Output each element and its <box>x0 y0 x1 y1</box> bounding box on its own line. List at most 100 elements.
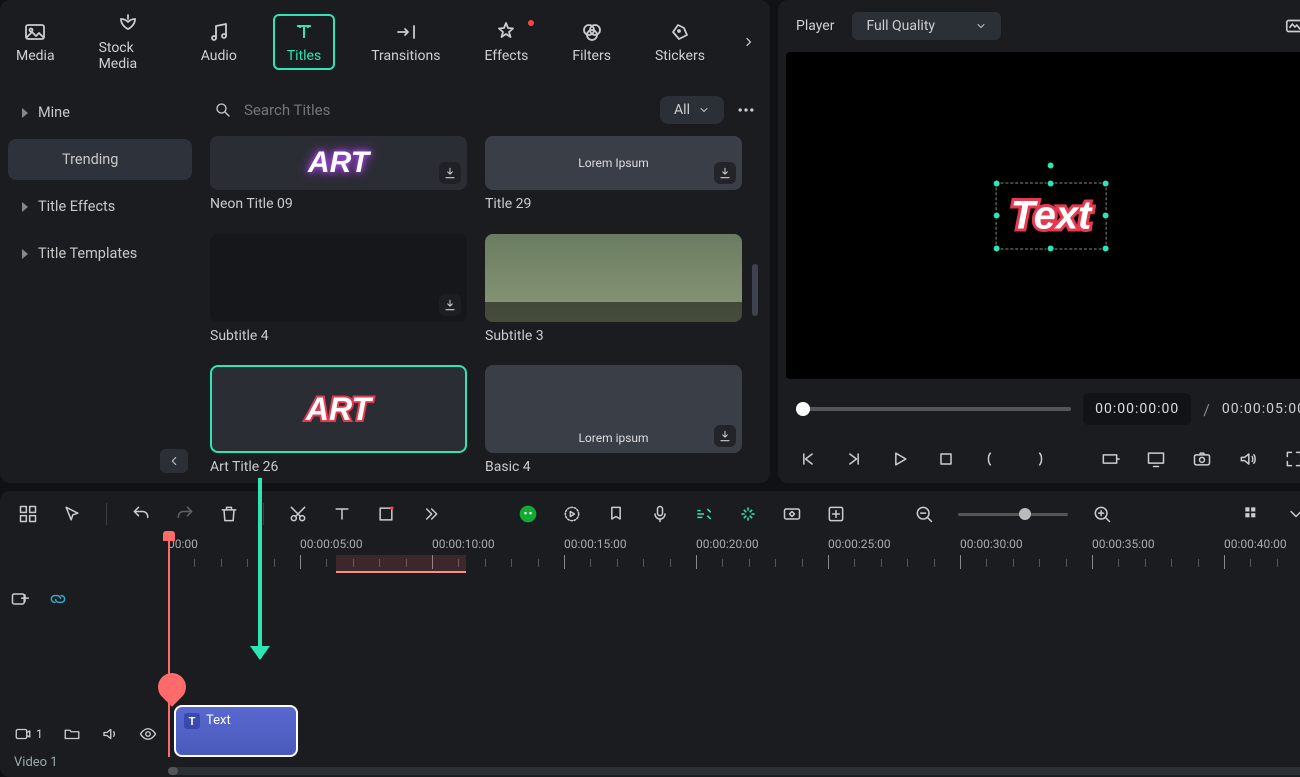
add-track-icon[interactable] <box>10 589 30 609</box>
effects-badge <box>528 20 534 26</box>
download-icon[interactable] <box>714 162 736 184</box>
library-tabs: Media Stock Media Audio Titles Transitio… <box>0 0 770 84</box>
player-viewport[interactable]: Text <box>786 52 1300 379</box>
keyframe-panel-icon[interactable] <box>782 504 802 524</box>
fullscreen-icon[interactable] <box>1284 449 1300 469</box>
delete-icon[interactable] <box>219 504 239 524</box>
link-icon[interactable] <box>48 589 68 609</box>
layout-icon[interactable] <box>18 504 38 524</box>
tab-transitions[interactable]: Transitions <box>363 14 448 70</box>
mark-in-icon[interactable] <box>982 449 1002 469</box>
tab-media[interactable]: Media <box>8 14 63 70</box>
camera-icon[interactable] <box>1192 449 1212 469</box>
sidebar-item-title-effects[interactable]: Title Effects <box>8 186 192 227</box>
sidebar-item-mine[interactable]: Mine <box>8 92 192 133</box>
download-icon[interactable] <box>439 294 461 316</box>
filter-all-button[interactable]: All <box>660 96 724 124</box>
timeline-ruler[interactable]: 00:0000:00:05:0000:00:10:0000:00:15:0000… <box>168 537 1300 577</box>
marker-icon[interactable] <box>606 504 626 524</box>
sidebar-item-title-templates[interactable]: Title Templates <box>8 233 192 274</box>
next-frame-icon[interactable] <box>844 449 864 469</box>
text-tool-icon[interactable] <box>332 504 352 524</box>
volume-icon[interactable] <box>1238 449 1258 469</box>
text-selection-box[interactable]: Text <box>996 182 1107 249</box>
cut-icon[interactable] <box>288 504 308 524</box>
tab-titles[interactable]: Titles <box>273 14 335 70</box>
scrub-bar[interactable] <box>796 407 1071 411</box>
snapshot-icon[interactable] <box>1284 15 1300 37</box>
folder-icon[interactable] <box>63 725 81 743</box>
grid-scrollbar[interactable] <box>752 264 758 316</box>
display-icon[interactable] <box>1146 449 1166 469</box>
timeline-scrollbar[interactable] <box>168 767 1300 775</box>
title-card-title-29[interactable]: Lorem Ipsum Title 29 <box>485 136 742 220</box>
play-icon[interactable] <box>890 449 910 469</box>
ruler-tick: 00:00:20:00 <box>696 537 759 551</box>
download-icon[interactable] <box>714 425 736 447</box>
collapse-sidebar-button[interactable] <box>160 449 188 473</box>
view-options-icon[interactable] <box>1286 504 1300 524</box>
more-options-icon[interactable] <box>736 100 756 120</box>
stickers-icon <box>668 20 692 44</box>
zoom-in-icon[interactable] <box>1092 504 1112 524</box>
tab-stickers[interactable]: Stickers <box>647 14 713 70</box>
undo-icon[interactable] <box>131 504 151 524</box>
stock-media-icon <box>116 12 140 36</box>
resize-handle[interactable] <box>993 212 1001 220</box>
timeline-clip-text[interactable]: T Text <box>174 705 298 757</box>
title-card-subtitle-3[interactable]: Subtitle 3 <box>485 234 742 352</box>
crop-icon[interactable] <box>376 504 396 524</box>
stop-icon[interactable] <box>936 449 956 469</box>
resize-handle[interactable] <box>993 179 1001 187</box>
zoom-out-icon[interactable] <box>914 504 934 524</box>
visibility-icon[interactable] <box>139 725 157 743</box>
caret-icon <box>22 202 28 212</box>
resize-handle[interactable] <box>1047 244 1055 252</box>
audio-mix-icon[interactable] <box>694 504 714 524</box>
zoom-slider[interactable] <box>958 513 1068 516</box>
title-card-basic-4[interactable]: Lorem ipsum Basic 4 <box>485 365 742 483</box>
keyframe-add-icon[interactable] <box>826 504 846 524</box>
category-sidebar: Mine Trending Title Effects Title Templa… <box>0 84 200 483</box>
resize-handle[interactable] <box>1101 212 1109 220</box>
render-icon[interactable] <box>562 504 582 524</box>
tabs-more-icon[interactable] <box>741 32 756 52</box>
mark-out-icon[interactable] <box>1028 449 1048 469</box>
search-icon <box>214 101 232 119</box>
ai-icon[interactable] <box>518 504 538 524</box>
photo-preview <box>485 234 742 322</box>
view-mode-icon[interactable] <box>1242 504 1262 524</box>
prev-frame-icon[interactable] <box>798 449 818 469</box>
resize-handle[interactable] <box>1101 179 1109 187</box>
quality-select[interactable]: Full Quality <box>852 12 1001 40</box>
rotate-handle[interactable] <box>1047 161 1055 169</box>
tab-effects[interactable]: Effects <box>476 14 536 70</box>
title-card-subtitle-4[interactable]: Subtitle 4 <box>210 234 467 352</box>
sidebar-item-trending[interactable]: Trending <box>8 139 192 180</box>
mute-icon[interactable] <box>101 725 119 743</box>
download-icon[interactable] <box>439 162 461 184</box>
auto-cut-icon[interactable] <box>738 504 758 524</box>
title-card-art-26[interactable]: ART Art Title 26 <box>210 365 467 483</box>
resize-handle[interactable] <box>1101 244 1109 252</box>
pointer-icon[interactable] <box>62 504 82 524</box>
tab-audio[interactable]: Audio <box>193 14 245 70</box>
titles-grid: ART Neon Title 09 Lorem Ipsum Title 29 S… <box>210 136 760 483</box>
caret-icon <box>22 108 28 118</box>
ruler-tick: 00:00:35:00 <box>1092 537 1155 551</box>
resize-handle[interactable] <box>993 244 1001 252</box>
annotation-arrow <box>258 478 262 658</box>
resize-handle[interactable] <box>1047 179 1055 187</box>
ratio-icon[interactable] <box>1100 449 1120 469</box>
transitions-icon <box>394 20 418 44</box>
tab-filters[interactable]: Filters <box>564 14 619 70</box>
title-card-neon-09[interactable]: ART Neon Title 09 <box>210 136 467 220</box>
ruler-tick: 00:00:05:00 <box>300 537 363 551</box>
search-input[interactable] <box>244 101 648 119</box>
redo-icon[interactable] <box>175 504 195 524</box>
time-separator: / <box>1203 400 1210 419</box>
more-tools-icon[interactable] <box>420 504 440 524</box>
tab-stock-media[interactable]: Stock Media <box>91 6 165 78</box>
cut-marker-icon <box>152 667 192 707</box>
mic-icon[interactable] <box>650 504 670 524</box>
